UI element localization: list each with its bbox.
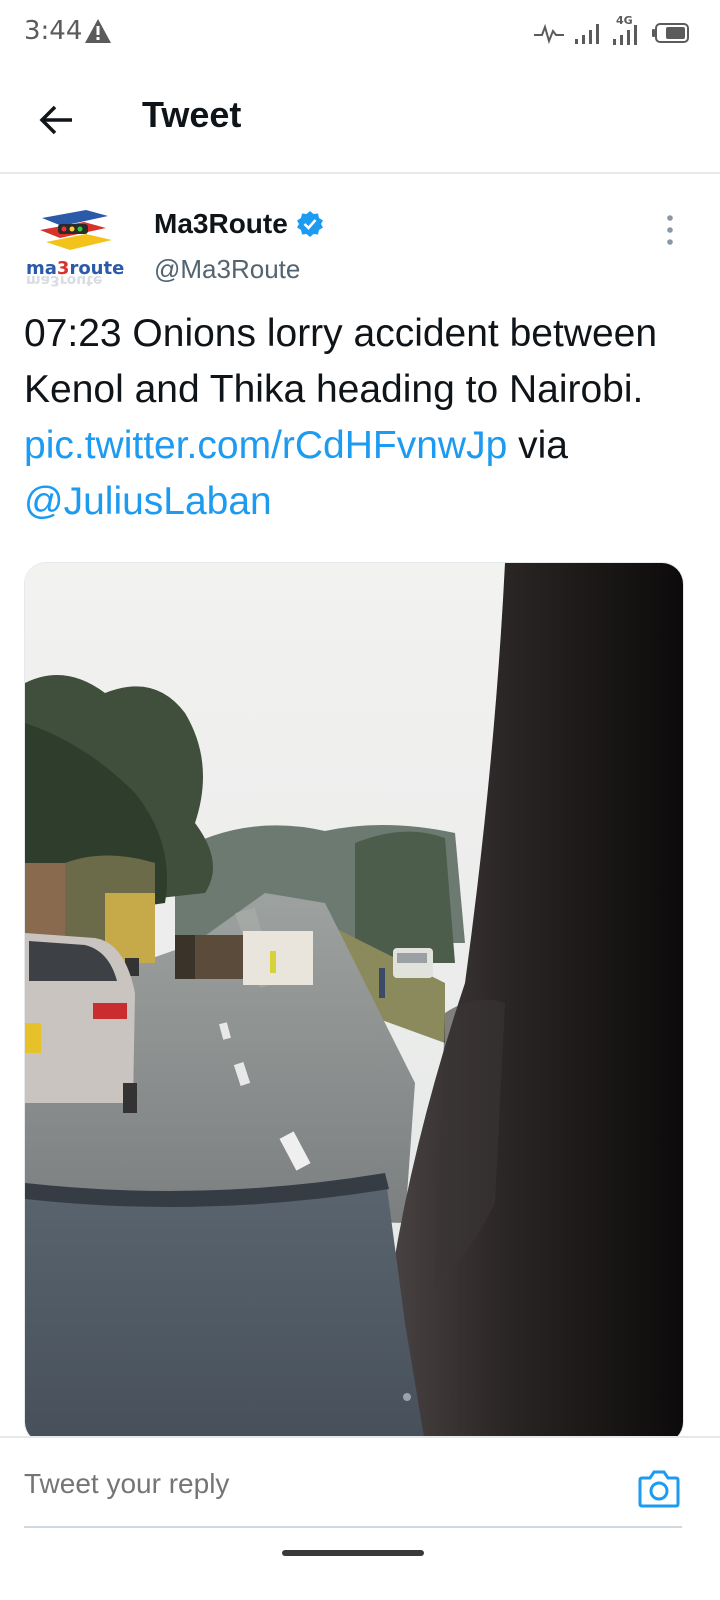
camera-icon	[638, 1470, 680, 1508]
ma3route-logo-icon: ma3route ma3route	[26, 210, 124, 288]
camera-button[interactable]	[638, 1468, 680, 1508]
home-indicator[interactable]	[282, 1550, 424, 1556]
status-time: 3:44	[24, 16, 83, 46]
display-name[interactable]: Ma3Route	[154, 208, 288, 240]
tweet-author: ma3route ma3route Ma3Route @Ma3Route	[24, 200, 696, 300]
back-button[interactable]	[28, 92, 84, 148]
app-header: Tweet	[0, 64, 720, 174]
battery-icon	[652, 23, 689, 43]
tweet-body: 07:23 Onions lorry accident between Keno…	[24, 312, 658, 411]
author-name-row: Ma3Route	[154, 208, 324, 240]
arrow-left-icon	[39, 105, 72, 135]
road-accident-photo	[25, 563, 683, 1443]
page-title: Tweet	[142, 94, 242, 135]
mention-link[interactable]: @JuliusLaban	[24, 480, 272, 523]
warning-icon	[85, 19, 111, 43]
more-vertical-icon	[667, 215, 673, 245]
via-text: via	[518, 424, 568, 467]
handle[interactable]: @Ma3Route	[154, 254, 300, 285]
avatar[interactable]: ma3route ma3route	[24, 206, 130, 290]
more-options-button[interactable]	[658, 212, 682, 248]
svg-text:ma3route: ma3route	[26, 272, 102, 288]
media-link[interactable]: pic.twitter.com/​rCdHFvnwJp	[24, 424, 507, 467]
activity-icon	[534, 23, 564, 45]
reply-input[interactable]	[24, 1468, 584, 1500]
verified-icon	[296, 211, 323, 237]
status-bar: 3:44 4G	[0, 0, 720, 64]
signal-icon	[575, 24, 599, 44]
reply-bar	[0, 1436, 720, 1538]
reply-divider	[24, 1526, 682, 1528]
signal-4g-icon: 4G	[612, 14, 642, 46]
tweet-media-photo[interactable]	[24, 562, 684, 1444]
tweet-text: 07:23 Onions lorry accident between Keno…	[24, 306, 696, 530]
